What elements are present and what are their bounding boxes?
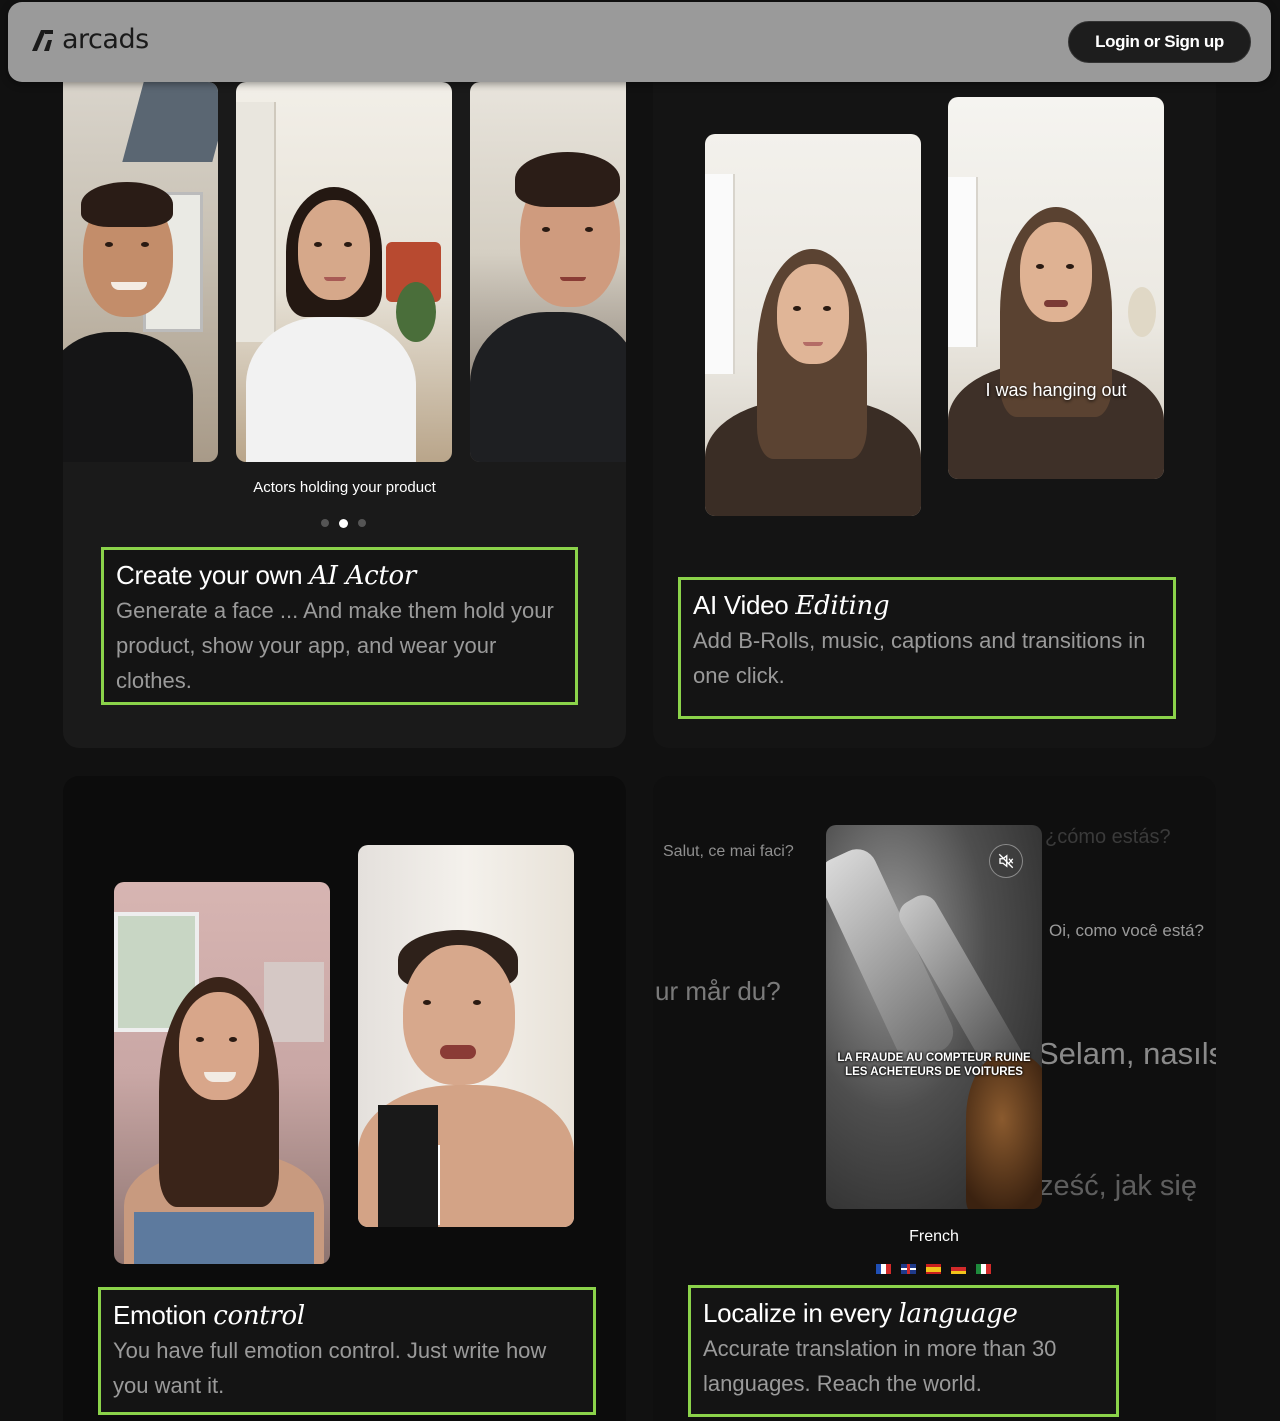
- language-flags: [876, 1264, 991, 1274]
- emotion-video-happy[interactable]: [114, 882, 330, 1264]
- feature-text-video-editing: AI Video Editing Add B-Rolls, music, cap…: [678, 577, 1176, 719]
- carousel-dot-1[interactable]: [321, 519, 329, 527]
- feature-title: Localize in every language: [703, 1296, 1104, 1331]
- floating-phrase-turkish: Selam, nasıls: [1038, 1036, 1216, 1071]
- caption-line-1: LA FRAUDE AU COMPTEUR RUINE: [837, 1052, 1031, 1064]
- brand-name: arcads: [62, 24, 149, 55]
- floating-phrase-spanish: ¿cómo estás?: [1045, 826, 1171, 848]
- feature-title: Create your own AI Actor: [116, 558, 563, 593]
- login-signup-button[interactable]: Login or Sign up: [1068, 21, 1251, 63]
- carousel-dot-2[interactable]: [339, 519, 348, 528]
- title-plain: Emotion: [113, 1300, 214, 1330]
- feature-card-emotion-control: Emotion control You have full emotion co…: [63, 776, 626, 1421]
- arcads-logo-icon: [32, 29, 53, 51]
- feature-description: Accurate translation in more than 30 lan…: [703, 1336, 1057, 1396]
- feature-card-localize: Salut, ce mai faci? ¿cómo estás? Oi, com…: [653, 776, 1216, 1421]
- emotion-video-talking[interactable]: [358, 845, 574, 1227]
- editing-video-after[interactable]: I was hanging out: [948, 97, 1164, 479]
- floating-phrase-swedish: ur mår du?: [655, 976, 781, 1006]
- flag-france-icon[interactable]: [876, 1264, 891, 1274]
- mute-toggle-button[interactable]: [989, 844, 1023, 878]
- floating-phrase-portuguese: Oi, como você está?: [1049, 921, 1204, 940]
- feature-text-emotion-control: Emotion control You have full emotion co…: [98, 1287, 596, 1415]
- feature-description: Add B-Rolls, music, captions and transit…: [693, 628, 1146, 688]
- carousel-dot-3[interactable]: [358, 519, 366, 527]
- title-italic: language: [898, 1299, 1018, 1329]
- flag-spain-icon[interactable]: [926, 1264, 941, 1274]
- floating-phrase-polish: ześć, jak się: [1039, 1170, 1197, 1202]
- flag-italy-icon[interactable]: [976, 1264, 991, 1274]
- title-plain: Create your own: [116, 560, 310, 590]
- title-italic: Editing: [795, 591, 890, 621]
- video-subtitle: I was hanging out: [985, 380, 1127, 400]
- video-caption: LA FRAUDE AU COMPTEUR RUINE LES ACHETEUR…: [826, 1051, 1042, 1079]
- feature-description: Generate a face ... And make them hold y…: [116, 598, 554, 693]
- actor-photo-1[interactable]: [63, 82, 218, 462]
- title-italic: AI Actor: [309, 561, 416, 591]
- actor-photo-3[interactable]: [470, 82, 626, 462]
- feature-description: You have full emotion control. Just writ…: [113, 1338, 547, 1398]
- arcads-logo[interactable]: arcads: [30, 24, 149, 55]
- floating-phrase-romanian: Salut, ce mai faci?: [663, 843, 794, 860]
- selected-language-label: French: [909, 1228, 959, 1245]
- localized-video-player[interactable]: LA FRAUDE AU COMPTEUR RUINE LES ACHETEUR…: [826, 825, 1042, 1209]
- carousel-dots: [321, 519, 366, 528]
- feature-card-ai-actor: Actors holding your product Create your …: [63, 40, 626, 748]
- caption-line-2: LES ACHETEURS DE VOITURES: [845, 1066, 1023, 1078]
- actor-carousel-caption: Actors holding your product: [253, 479, 436, 496]
- feature-text-localize: Localize in every language Accurate tran…: [688, 1285, 1119, 1417]
- speaker-muted-icon: [998, 853, 1014, 869]
- actor-photo-2[interactable]: [236, 82, 452, 462]
- editing-video-before[interactable]: [705, 134, 921, 516]
- feature-card-video-editing: I was hanging out AI Video Editing Add B…: [653, 40, 1216, 748]
- feature-title: Emotion control: [113, 1298, 581, 1333]
- top-nav-bar: arcads Login or Sign up: [8, 2, 1271, 82]
- title-plain: Localize in every: [703, 1298, 899, 1328]
- feature-title: AI Video Editing: [693, 588, 1161, 623]
- flag-uk-icon[interactable]: [901, 1264, 916, 1274]
- title-italic: control: [213, 1301, 305, 1331]
- flag-germany-icon[interactable]: [951, 1264, 966, 1274]
- feature-text-ai-actor: Create your own AI Actor Generate a face…: [101, 547, 578, 705]
- title-plain: AI Video: [693, 590, 796, 620]
